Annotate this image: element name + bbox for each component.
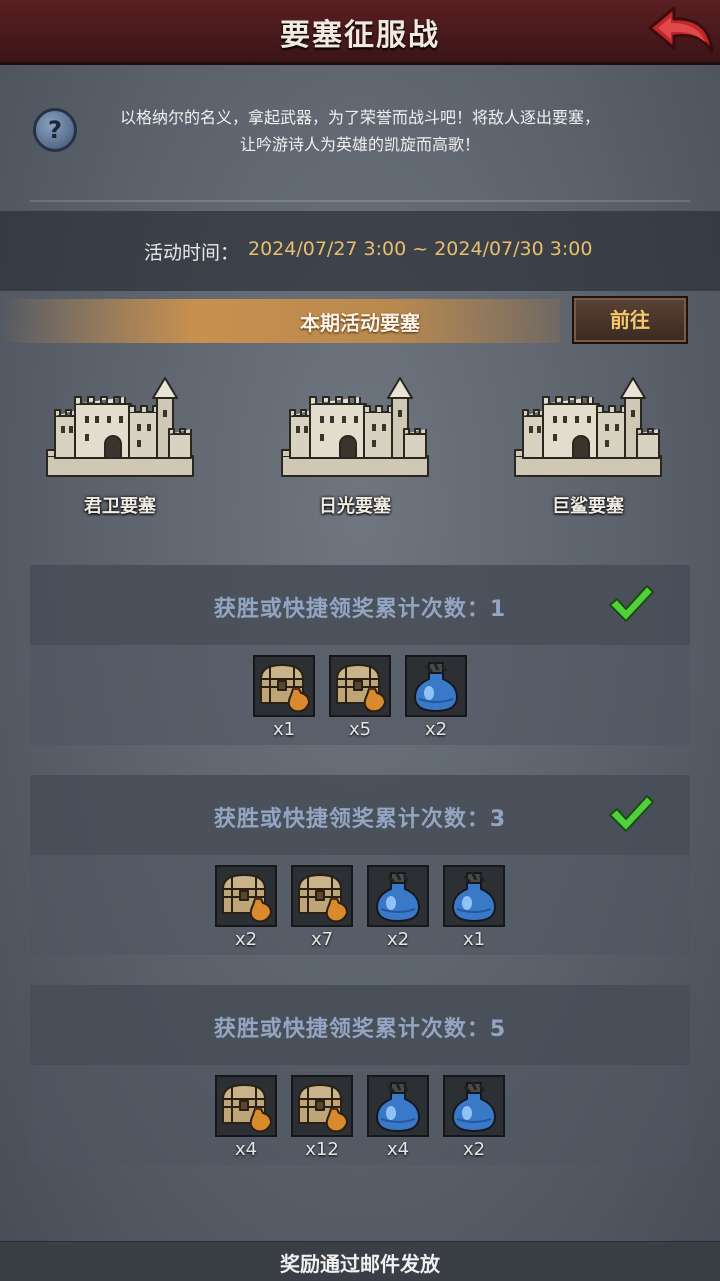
blue-potion-icon	[452, 871, 496, 922]
intro-text: 以格纳尔的名义，拿起武器，为了荣誉而战斗吧！将敌人逐出要塞， 让吟游诗人为英雄的…	[80, 104, 640, 158]
blue-potion-icon	[414, 661, 458, 712]
reward-item-count: x1	[462, 929, 486, 950]
footer-text: 奖励通过邮件发放	[280, 1252, 440, 1276]
fort-3[interactable]: 巨鲨要塞	[503, 370, 673, 520]
reward-item-slot	[405, 655, 467, 717]
reward-tier-panel: 获胜或快捷领奖累计次数：1 x1 x5 x2	[30, 565, 690, 745]
blue-potion-icon	[376, 871, 420, 922]
reward-item-slot	[329, 655, 391, 717]
fort-name: 君卫要塞	[84, 496, 156, 517]
reward-item-slot	[367, 1075, 429, 1137]
active-forts-title: 本期活动要塞	[300, 311, 420, 335]
treasure-chest-icon	[336, 664, 386, 713]
reward-item[interactable]: x1	[443, 865, 505, 955]
reward-item-count: x4	[386, 1139, 410, 1160]
checkmark-icon	[607, 583, 655, 625]
reward-item[interactable]: x2	[367, 865, 429, 955]
reward-item-count: x7	[310, 929, 334, 950]
reward-tier-title: 获胜或快捷领奖累计次数：1	[213, 597, 507, 622]
page-title: 要塞征服战	[280, 18, 440, 53]
reward-item-slot	[443, 1075, 505, 1137]
reward-item[interactable]: x4	[367, 1075, 429, 1165]
reward-item[interactable]: x12	[291, 1075, 353, 1165]
reward-item[interactable]: x4	[215, 1075, 277, 1165]
reward-item-count: x2	[424, 719, 448, 740]
treasure-chest-icon	[298, 1084, 348, 1133]
event-time-label: 活动时间：	[144, 242, 240, 264]
divider	[30, 200, 690, 202]
reward-item[interactable]: x2	[215, 865, 277, 955]
reward-item[interactable]: x1	[253, 655, 315, 745]
fort-2[interactable]: 日光要塞	[270, 370, 440, 520]
reward-tier-title: 获胜或快捷领奖累计次数：3	[213, 807, 507, 832]
treasure-chest-icon	[260, 664, 310, 713]
reward-item-count: x4	[234, 1139, 258, 1160]
reward-tier-panel: 获胜或快捷领奖累计次数：3 x2 x7 x2 x1	[30, 775, 690, 955]
intro-line-1: 以格纳尔的名义，拿起武器，为了荣誉而战斗吧！将敌人逐出要塞，	[119, 108, 600, 127]
reward-item-slot	[291, 1075, 353, 1137]
reward-item-count: x5	[348, 719, 372, 740]
reward-item[interactable]: x5	[329, 655, 391, 745]
treasure-chest-icon	[222, 874, 272, 923]
back-arrow-icon	[648, 6, 714, 54]
intro-line-2: 让吟游诗人为英雄的凯旋而高歌！	[239, 135, 480, 154]
castle-icon	[514, 377, 662, 477]
reward-item-count: x12	[305, 1139, 339, 1160]
treasure-chest-icon	[298, 874, 348, 923]
blue-potion-icon	[452, 1081, 496, 1132]
checkmark-icon	[607, 793, 655, 835]
reward-item-count: x2	[386, 929, 410, 950]
reward-item[interactable]: x2	[405, 655, 467, 745]
reward-item[interactable]: x7	[291, 865, 353, 955]
reward-item-slot	[215, 865, 277, 927]
fort-1[interactable]: 君卫要塞	[35, 370, 205, 520]
reward-item-count: x1	[272, 719, 296, 740]
event-time-value: 2024/07/27 3:00 ~ 2024/07/30 3:00	[248, 238, 593, 260]
fort-name: 日光要塞	[319, 496, 391, 517]
castle-icon	[281, 377, 429, 477]
fort-name: 巨鲨要塞	[552, 496, 624, 517]
blue-potion-icon	[376, 1081, 420, 1132]
reward-item-count: x2	[462, 1139, 486, 1160]
reward-tier-panel: 获胜或快捷领奖累计次数：5 x4 x12 x4 x2	[30, 985, 690, 1165]
reward-item-slot	[443, 865, 505, 927]
back-button[interactable]	[644, 4, 716, 58]
goto-button[interactable]: 前往	[572, 296, 688, 344]
help-icon[interactable]: ?	[33, 108, 77, 152]
treasure-chest-icon	[222, 1084, 272, 1133]
reward-item-slot	[291, 865, 353, 927]
reward-tier-title: 获胜或快捷领奖累计次数：5	[213, 1017, 507, 1042]
reward-item-slot	[215, 1075, 277, 1137]
reward-item-count: x2	[234, 929, 258, 950]
reward-item[interactable]: x2	[443, 1075, 505, 1165]
reward-item-slot	[367, 865, 429, 927]
castle-icon	[46, 377, 194, 477]
reward-item-slot	[253, 655, 315, 717]
